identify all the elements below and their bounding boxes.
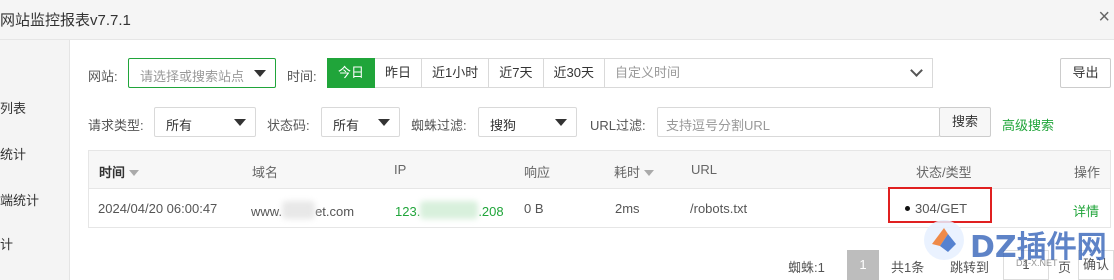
url-filter-label: URL过滤: (590, 118, 646, 133)
site-select-placeholder: 请选择或搜索站点 (140, 69, 245, 84)
time-range-group: 今日 昨日 近1小时 近7天 近30天 自定义时间 (327, 58, 933, 88)
close-icon[interactable]: × (1098, 6, 1110, 28)
col-time[interactable]: 时间 (99, 162, 140, 181)
row-ip[interactable]: 123. .208 (395, 201, 504, 219)
caret-down-icon (378, 119, 390, 126)
sidebar-item-client-stats[interactable]: 端统计 (0, 190, 39, 209)
sidebar-item-list[interactable]: 列表 (0, 98, 26, 117)
spider-filter-value: 搜狗 (490, 118, 517, 133)
search-button[interactable]: 搜索 (939, 107, 991, 137)
watermark-url: DZ-X.NET (1016, 258, 1058, 268)
time-7d-button[interactable]: 近7天 (488, 58, 544, 88)
caret-down-icon (555, 119, 567, 126)
request-type-label: 请求类型: (88, 118, 144, 133)
url-filter-placeholder: 支持逗号分割URL (666, 118, 771, 133)
sidebar: 列表 统计 端统计 计 (0, 40, 70, 280)
col-status: 状态/类型 (916, 165, 972, 180)
status-code-select[interactable]: 所有 (321, 107, 400, 137)
status-code-value: 所有 (333, 118, 360, 133)
window-titlebar: 网站监控报表v7.7.1 × (0, 0, 1114, 40)
col-action: 操作 (1074, 165, 1101, 180)
custom-time-placeholder: 自定义时间 (614, 65, 680, 80)
redacted-mask (282, 201, 316, 219)
request-type-select[interactable]: 所有 (154, 107, 256, 137)
row-url: /robots.txt (690, 201, 748, 216)
row-time: 2024/04/20 06:00:47 (98, 201, 218, 216)
status-code-label: 状态码: (267, 118, 310, 133)
spider-count: 蜘蛛:1 (788, 260, 825, 275)
site-label: 网站: (88, 69, 118, 84)
time-30d-button[interactable]: 近30天 (542, 58, 605, 88)
time-today-button[interactable]: 今日 (327, 58, 376, 88)
table-header: 时间 域名 IP 响应 耗时 URL 状态/类型 操作 (89, 151, 1110, 189)
status-dot-icon (905, 206, 910, 211)
export-button[interactable]: 导出 (1060, 58, 1111, 88)
custom-time-picker[interactable]: 自定义时间 (603, 58, 933, 88)
row-duration: 2ms (615, 201, 640, 216)
caret-down-icon (254, 70, 266, 77)
time-label: 时间: (287, 69, 317, 84)
dz-logo-icon (924, 220, 964, 260)
col-response: 响应 (524, 165, 551, 180)
row-domain: www. et.com (251, 201, 354, 219)
time-1h-button[interactable]: 近1小时 (421, 58, 490, 88)
page-current[interactable]: 1 (847, 250, 879, 280)
sidebar-item-misc[interactable]: 计 (0, 234, 13, 253)
sidebar-item-stats[interactable]: 统计 (0, 144, 26, 163)
chevron-down-icon (910, 64, 923, 77)
col-ip: IP (394, 162, 407, 177)
url-filter-input[interactable]: 支持逗号分割URL (657, 107, 940, 137)
row-response: 0 B (524, 201, 544, 216)
spider-filter-label: 蜘蛛过滤: (411, 118, 467, 133)
request-type-value: 所有 (166, 118, 193, 133)
sort-icon[interactable] (129, 170, 140, 176)
sort-icon[interactable] (644, 170, 655, 176)
window-title: 网站监控报表v7.7.1 (0, 12, 131, 29)
col-domain: 域名 (252, 165, 279, 180)
caret-down-icon (234, 119, 246, 126)
time-yesterday-button[interactable]: 昨日 (374, 58, 423, 88)
spider-filter-select[interactable]: 搜狗 (478, 107, 577, 137)
watermark: DZ插件网 DZ-X.NET (912, 212, 1112, 272)
site-select[interactable]: 请选择或搜索站点 (128, 58, 276, 88)
col-duration[interactable]: 耗时 (614, 162, 655, 181)
redacted-mask (420, 201, 479, 219)
col-url: URL (691, 162, 718, 177)
advanced-search-link[interactable]: 高级搜索 (1002, 115, 1054, 134)
